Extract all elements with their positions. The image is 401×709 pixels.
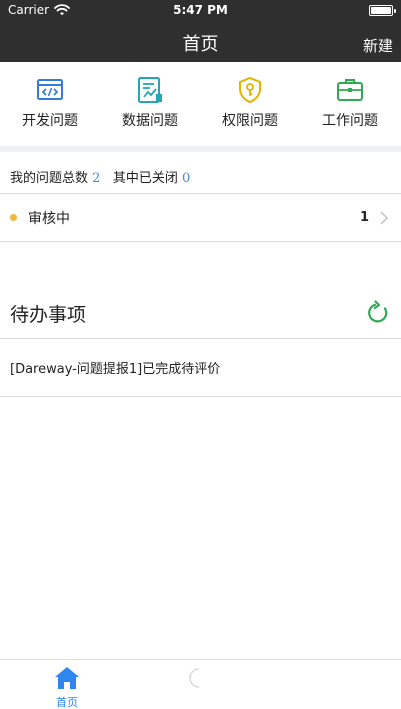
status-bar: Carrier 5:47 PM (0, 0, 401, 22)
todo-item[interactable]: [Dareway-问题提报1]已完成待评价 (0, 339, 401, 397)
tab-home[interactable]: 首页 (0, 660, 134, 709)
tab-secondary[interactable] (134, 660, 268, 709)
new-button[interactable]: 新建 (363, 35, 393, 56)
category-grid: 开发问题 数据问题 权限问题 工作问题 (0, 62, 401, 146)
issue-stats: 我的问题总数 2 其中已关闭 0 (0, 152, 401, 194)
status-count: 1 (359, 210, 369, 225)
category-data-issue[interactable]: 数据问题 (100, 62, 200, 146)
partial-tab-icon (189, 668, 200, 688)
tab-label: 首页 (56, 696, 78, 709)
category-work-issue[interactable]: 工作问题 (300, 62, 400, 146)
navigation-bar: 首页 新建 (0, 22, 401, 62)
category-label: 数据问题 (122, 113, 178, 129)
battery-icon (369, 5, 396, 16)
status-dot (10, 214, 17, 221)
refresh-icon[interactable] (365, 300, 391, 326)
status-time: 5:47 PM (173, 3, 228, 17)
todo-item-text: [Dareway-问题提报1]已完成待评价 (10, 362, 221, 377)
todo-title: 待办事项 (10, 303, 87, 326)
code-window-icon (37, 79, 63, 100)
category-permission-issue[interactable]: 权限问题 (200, 62, 300, 146)
chevron-right-icon (380, 210, 389, 225)
category-label: 权限问题 (222, 113, 278, 129)
briefcase-icon (337, 79, 363, 101)
tab-bar: 首页 (0, 659, 401, 709)
closed-count: 0 (182, 171, 191, 186)
data-chart-icon (138, 77, 162, 103)
category-dev-issue[interactable]: 开发问题 (0, 62, 100, 146)
total-label: 我的问题总数 (10, 171, 89, 186)
status-label: 审核中 (28, 210, 70, 227)
shield-key-icon (239, 76, 261, 104)
status-row-reviewing[interactable]: 审核中 1 (0, 194, 401, 242)
total-count: 2 (92, 171, 101, 186)
page-title: 首页 (182, 34, 219, 55)
closed-label: 其中已关闭 (112, 171, 178, 186)
category-label: 开发问题 (22, 113, 78, 129)
home-icon (55, 667, 79, 689)
todo-header: 待办事项 (0, 288, 401, 339)
category-label: 工作问题 (322, 113, 378, 129)
app-header: Carrier 5:47 PM 首页 新建 (0, 0, 401, 62)
